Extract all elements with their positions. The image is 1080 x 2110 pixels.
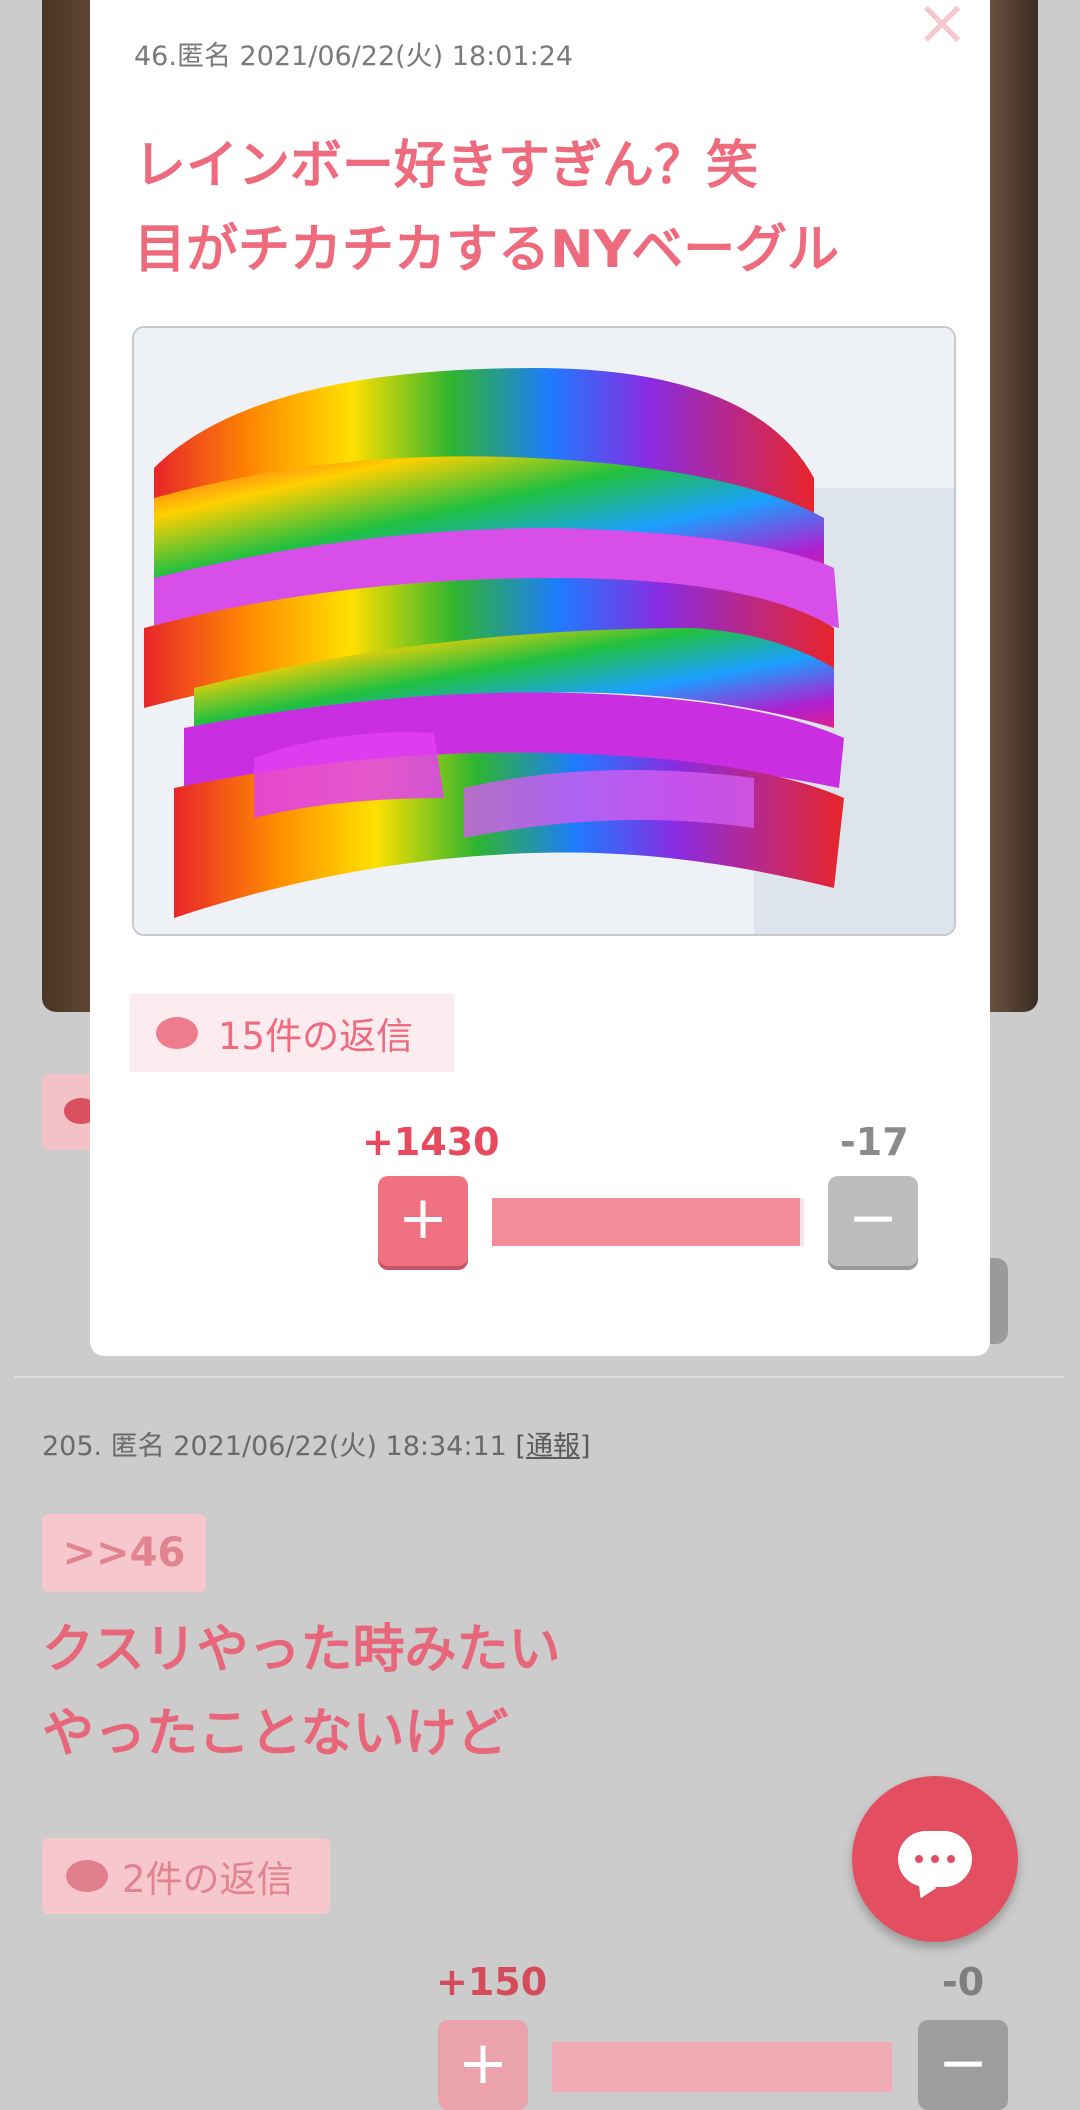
popup-meta: 46.匿名 2021/06/22(火) 18:01:24 <box>134 41 574 72</box>
close-icon[interactable]: × <box>912 0 972 55</box>
comment-body-line1: クスリやった時みたい <box>42 1620 561 1680</box>
popup-replies-button[interactable]: 15件の返信 <box>130 994 454 1072</box>
divider <box>14 1376 1064 1378</box>
popup-minus-count: -17 <box>840 1120 909 1164</box>
comment-minus-button[interactable]: − <box>918 2020 1008 2110</box>
anchor-link[interactable]: >>46 <box>42 1514 206 1592</box>
comment-replies-label: 2件の返信 <box>122 1858 294 1901</box>
comment-meta-text: 205. 匿名 2021/06/22(火) 18:34:11 <box>42 1431 516 1462</box>
chat-bubble-icon <box>898 1831 972 1887</box>
popup-title: レインボー好きすぎん？笑 目がチカチカするNYベーグル <box>134 124 839 292</box>
rainbow-bagel-image[interactable] <box>132 326 956 936</box>
comment-plus-count: +150 <box>436 1960 548 2004</box>
bagel-illustration <box>134 328 954 934</box>
popup-minus-button[interactable]: − <box>828 1176 918 1266</box>
comment-replies-button[interactable]: 2件の返信 <box>42 1838 330 1914</box>
popup-title-line1: レインボー好きすぎん？笑 <box>134 136 759 196</box>
speech-bubble-icon <box>156 1017 198 1049</box>
speech-bubble-icon <box>66 1860 108 1892</box>
comment-vote-bar <box>552 2042 892 2092</box>
comment-meta: 205. 匿名 2021/06/22(火) 18:34:11 [通報] <box>42 1424 590 1463</box>
popup-plus-count: +1430 <box>362 1120 500 1164</box>
comment-body: クスリやった時みたい やったことないけど <box>42 1608 560 1776</box>
comment-minus-count: -0 <box>942 1960 985 2004</box>
popup-replies-label: 15件の返信 <box>218 1015 414 1058</box>
report-link[interactable]: [通報] <box>515 1431 590 1462</box>
popup-title-line2: 目がチカチカするNYベーグル <box>134 220 840 280</box>
comment-plus-button[interactable]: + <box>438 2020 528 2110</box>
comment-body-line2: やったことないけど <box>42 1704 509 1764</box>
chat-fab-button[interactable] <box>852 1776 1018 1942</box>
popup-vote-bar-fill <box>492 1198 801 1246</box>
popup-vote-bar <box>492 1198 804 1246</box>
popup-plus-button[interactable]: + <box>378 1176 468 1266</box>
